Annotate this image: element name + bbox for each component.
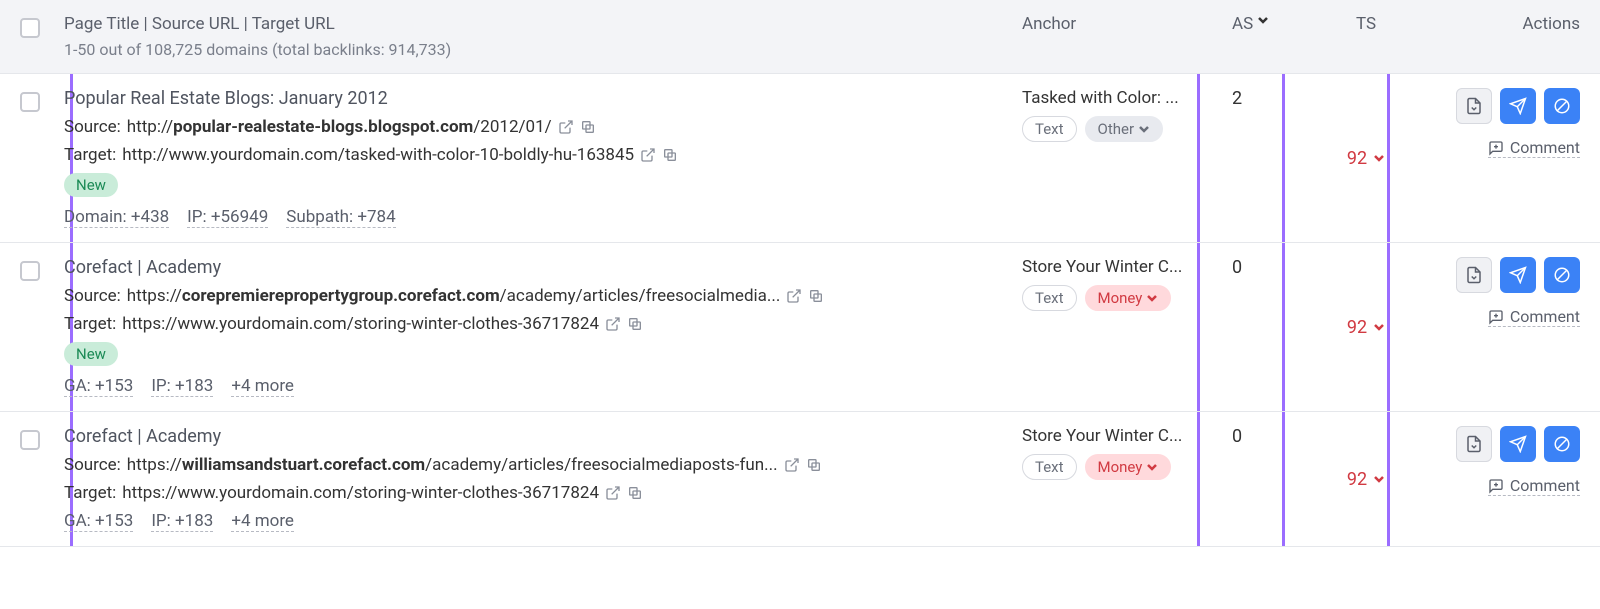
col-anchor-header: Anchor bbox=[1022, 14, 1232, 34]
col-actions-header: Actions bbox=[1522, 14, 1580, 34]
source-url[interactable]: https://williamsandstuart.corefact.com/a… bbox=[127, 455, 778, 475]
source-url[interactable]: https://corepremierepropertygroup.corefa… bbox=[127, 286, 781, 306]
stats-row: GA: +153 IP: +183 +4 more bbox=[64, 511, 1022, 532]
table-row: Corefact | Academy Source: https://corep… bbox=[0, 243, 1600, 412]
copy-icon[interactable] bbox=[662, 147, 678, 163]
copy-icon[interactable] bbox=[627, 485, 643, 501]
col-ts-header: TS bbox=[1356, 14, 1376, 34]
external-link-icon[interactable] bbox=[605, 485, 621, 501]
send-button[interactable] bbox=[1500, 426, 1536, 462]
anchor-tags: Text Money bbox=[1022, 285, 1232, 311]
send-button[interactable] bbox=[1500, 257, 1536, 293]
ts-value[interactable]: 92 bbox=[1347, 88, 1385, 228]
anchor-tags: Text Money bbox=[1022, 454, 1232, 480]
stat-link[interactable]: GA: +153 bbox=[64, 511, 133, 532]
new-badge: New bbox=[64, 173, 118, 197]
export-button[interactable] bbox=[1456, 257, 1492, 293]
as-value: 0 bbox=[1232, 257, 1242, 278]
select-all-checkbox[interactable] bbox=[20, 18, 40, 38]
page-title: Corefact | Academy bbox=[64, 426, 1022, 447]
tag-text[interactable]: Text bbox=[1022, 116, 1077, 142]
tag-money[interactable]: Money bbox=[1085, 285, 1172, 311]
external-link-icon[interactable] bbox=[558, 119, 574, 135]
external-link-icon[interactable] bbox=[605, 316, 621, 332]
source-url[interactable]: http://popular-realestate-blogs.blogspot… bbox=[127, 117, 552, 137]
block-button[interactable] bbox=[1544, 257, 1580, 293]
stat-link[interactable]: IP: +183 bbox=[151, 376, 213, 397]
ts-value[interactable]: 92 bbox=[1347, 426, 1385, 532]
table-row: Corefact | Academy Source: https://willi… bbox=[0, 412, 1600, 547]
stat-link[interactable]: Domain: +438 bbox=[64, 207, 169, 228]
anchor-text: Store Your Winter C... bbox=[1022, 426, 1232, 446]
stat-link[interactable]: Subpath: +784 bbox=[286, 207, 395, 228]
stat-link[interactable]: +4 more bbox=[231, 376, 294, 397]
stat-link[interactable]: IP: +183 bbox=[151, 511, 213, 532]
target-url[interactable]: https://www.yourdomain.com/storing-winte… bbox=[122, 483, 599, 503]
anchor-text: Store Your Winter C... bbox=[1022, 257, 1232, 277]
copy-icon[interactable] bbox=[808, 288, 824, 304]
target-line: Target: https://www.yourdomain.com/stori… bbox=[64, 483, 1022, 503]
stat-link[interactable]: IP: +56949 bbox=[187, 207, 268, 228]
new-badge: New bbox=[64, 342, 118, 366]
ts-value[interactable]: 92 bbox=[1347, 257, 1385, 397]
tag-text[interactable]: Text bbox=[1022, 285, 1077, 311]
block-button[interactable] bbox=[1544, 88, 1580, 124]
chevron-down-icon bbox=[1373, 152, 1385, 164]
copy-icon[interactable] bbox=[806, 457, 822, 473]
export-button[interactable] bbox=[1456, 88, 1492, 124]
table-row: Popular Real Estate Blogs: January 2012 … bbox=[0, 74, 1600, 243]
chevron-down-icon bbox=[1373, 473, 1385, 485]
chevron-down-icon bbox=[1257, 14, 1269, 26]
comment-link[interactable]: Comment bbox=[1488, 307, 1580, 327]
external-link-icon[interactable] bbox=[640, 147, 656, 163]
copy-icon[interactable] bbox=[580, 119, 596, 135]
anchor-tags: Text Other bbox=[1022, 116, 1232, 142]
stats-row: GA: +153 IP: +183 +4 more bbox=[64, 376, 1022, 397]
tag-text[interactable]: Text bbox=[1022, 454, 1077, 480]
col-main-subtitle: 1-50 out of 108,725 domains (total backl… bbox=[64, 40, 1022, 59]
target-line: Target: https://www.yourdomain.com/stori… bbox=[64, 314, 1022, 334]
external-link-icon[interactable] bbox=[784, 457, 800, 473]
copy-icon[interactable] bbox=[627, 316, 643, 332]
row-checkbox[interactable] bbox=[20, 92, 40, 112]
target-line: Target: http://www.yourdomain.com/tasked… bbox=[64, 145, 1022, 165]
target-url[interactable]: http://www.yourdomain.com/tasked-with-co… bbox=[122, 145, 634, 165]
table-header: Page Title | Source URL | Target URL 1-5… bbox=[0, 0, 1600, 74]
block-button[interactable] bbox=[1544, 426, 1580, 462]
col-main-title: Page Title | Source URL | Target URL bbox=[64, 14, 1022, 34]
stat-link[interactable]: +4 more bbox=[231, 511, 294, 532]
chevron-down-icon bbox=[1373, 321, 1385, 333]
as-value: 0 bbox=[1232, 426, 1242, 447]
comment-link[interactable]: Comment bbox=[1488, 138, 1580, 158]
source-line: Source: https://corepremierepropertygrou… bbox=[64, 286, 1022, 306]
anchor-text: Tasked with Color: ... bbox=[1022, 88, 1232, 108]
row-checkbox[interactable] bbox=[20, 261, 40, 281]
page-title: Corefact | Academy bbox=[64, 257, 1022, 278]
tag-other[interactable]: Other bbox=[1085, 116, 1164, 142]
row-checkbox[interactable] bbox=[20, 430, 40, 450]
send-button[interactable] bbox=[1500, 88, 1536, 124]
export-button[interactable] bbox=[1456, 426, 1492, 462]
stats-row: Domain: +438 IP: +56949 Subpath: +784 bbox=[64, 207, 1022, 228]
source-line: Source: https://williamsandstuart.corefa… bbox=[64, 455, 1022, 475]
stat-link[interactable]: GA: +153 bbox=[64, 376, 133, 397]
tag-money[interactable]: Money bbox=[1085, 454, 1172, 480]
page-title: Popular Real Estate Blogs: January 2012 bbox=[64, 88, 1022, 109]
target-url[interactable]: https://www.yourdomain.com/storing-winte… bbox=[122, 314, 599, 334]
external-link-icon[interactable] bbox=[786, 288, 802, 304]
source-line: Source: http://popular-realestate-blogs.… bbox=[64, 117, 1022, 137]
col-as-header[interactable]: AS bbox=[1232, 14, 1312, 34]
as-value: 2 bbox=[1232, 88, 1242, 109]
comment-link[interactable]: Comment bbox=[1488, 476, 1580, 496]
